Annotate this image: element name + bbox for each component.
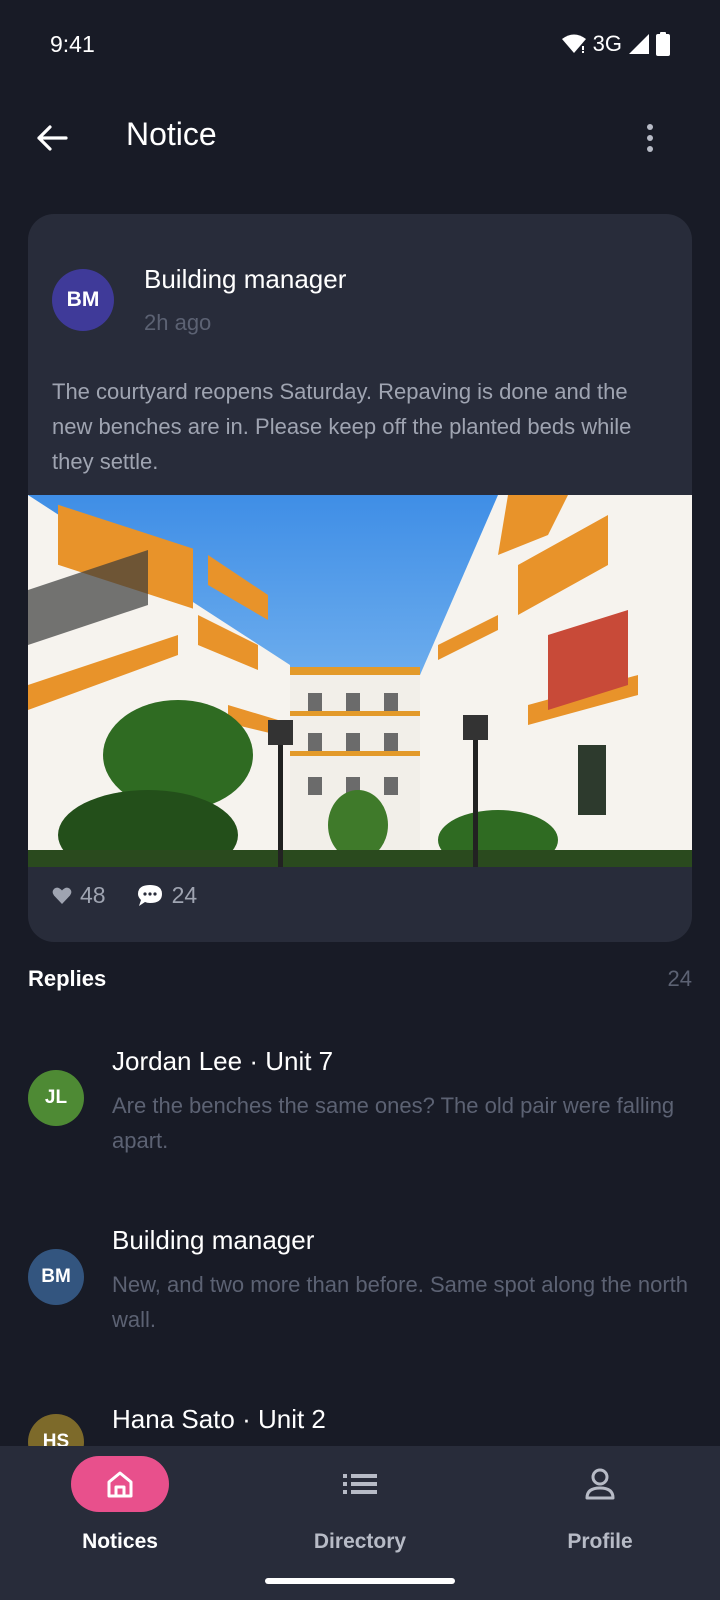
arrow-left-icon xyxy=(37,125,68,151)
comment-count: 24 xyxy=(171,882,198,908)
reply-author[interactable]: Hana Sato · Unit 2 xyxy=(112,1404,326,1435)
reply-text: New, and two more than before. Same spot… xyxy=(112,1272,689,1332)
home-icon xyxy=(107,1471,133,1498)
reply-text: Are the benches the same ones? The old p… xyxy=(112,1093,675,1153)
nav-item-notices[interactable]: Notices xyxy=(0,1446,240,1566)
nav-item-directory[interactable]: Directory xyxy=(240,1446,480,1566)
avatar[interactable]: BM xyxy=(28,1249,84,1305)
bottom-navigation: Notices Directory Profile xyxy=(0,1446,720,1600)
comment-icon xyxy=(137,884,162,906)
person-icon xyxy=(585,1468,615,1500)
nav-label: Notices xyxy=(82,1530,158,1553)
home-indicator[interactable] xyxy=(265,1578,455,1584)
post-stats: 48 24 xyxy=(52,882,197,909)
nav-indicator xyxy=(311,1456,409,1512)
post-timestamp: 2h ago xyxy=(144,310,212,335)
page-title: Notice xyxy=(126,116,217,152)
battery-icon xyxy=(656,32,670,56)
nav-indicator xyxy=(551,1456,649,1512)
wifi-icon xyxy=(561,34,586,53)
back-button[interactable] xyxy=(28,114,76,162)
more-vert-icon xyxy=(647,124,653,152)
status-bar: 9:41 3G xyxy=(0,0,720,88)
post-author[interactable]: Building manager xyxy=(144,264,346,295)
replies-title: Replies xyxy=(28,966,107,991)
replies-count: 24 xyxy=(667,966,692,991)
list-icon xyxy=(343,1474,377,1494)
status-time: 9:41 xyxy=(50,30,95,57)
avatar[interactable]: BM xyxy=(52,269,114,331)
comment-button[interactable]: 24 xyxy=(136,882,198,909)
courtyard-illustration xyxy=(28,495,692,867)
more-options-button[interactable] xyxy=(628,114,672,162)
post-body: The courtyard reopens Saturday. Repaving… xyxy=(52,379,632,474)
notice-card: BM Building manager 2h ago The courtyard… xyxy=(28,214,692,942)
avatar[interactable]: JL xyxy=(28,1070,84,1126)
nav-item-profile[interactable]: Profile xyxy=(480,1446,720,1566)
list-item[interactable]: HS Hana Sato · Unit 2 xyxy=(28,1404,692,1446)
list-item[interactable]: JL Jordan Lee · Unit 7 Are the benches t… xyxy=(28,1046,692,1156)
courtyard-photo[interactable] xyxy=(28,495,692,867)
list-item[interactable]: BM Building manager New, and two more th… xyxy=(28,1225,692,1335)
network-label: 3G xyxy=(592,31,622,56)
status-icons: 3G xyxy=(561,31,670,57)
reply-author[interactable]: Jordan Lee · Unit 7 xyxy=(112,1046,333,1077)
replies-header: Replies 24 xyxy=(28,966,692,992)
heart-icon xyxy=(52,887,72,904)
app-bar: Notice xyxy=(0,96,720,180)
reply-author[interactable]: Building manager xyxy=(112,1225,314,1256)
avatar[interactable]: HS xyxy=(28,1414,84,1446)
like-count: 48 xyxy=(80,882,106,908)
like-button[interactable]: 48 xyxy=(52,882,106,909)
nav-label: Directory xyxy=(313,1530,407,1553)
nav-label: Profile xyxy=(567,1530,633,1553)
signal-icon xyxy=(629,34,649,54)
nav-indicator xyxy=(71,1456,169,1512)
